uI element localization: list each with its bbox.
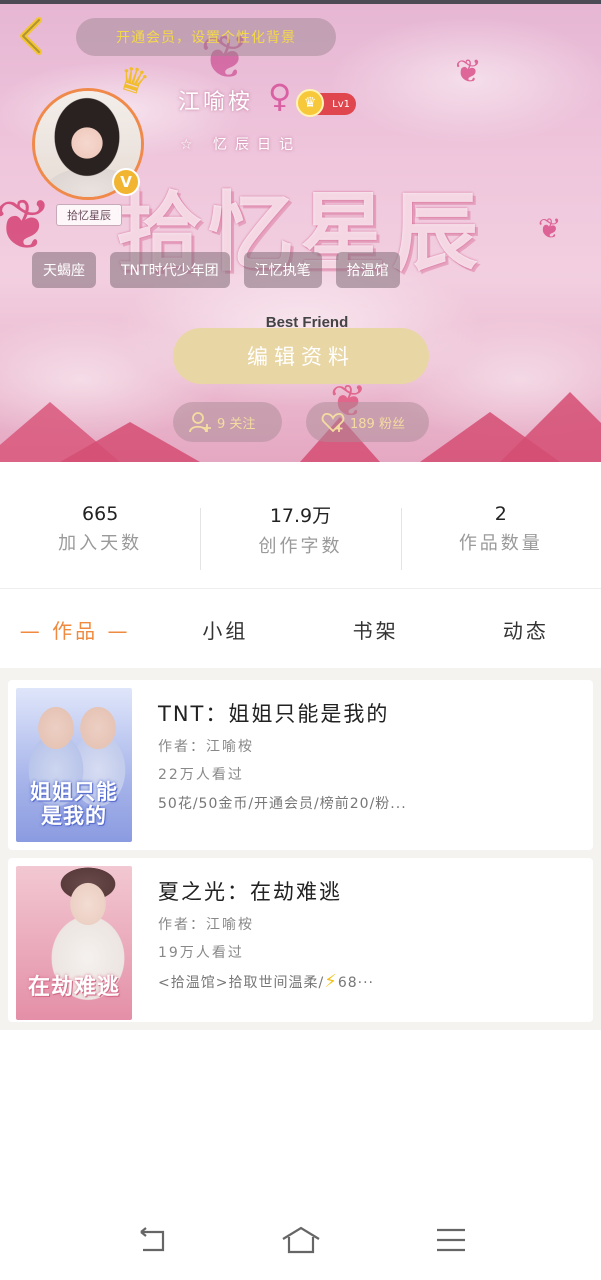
system-navigation-bar	[0, 1200, 601, 1280]
cover-title-line: 是我的	[41, 804, 107, 828]
book-views: 22万人看过	[158, 767, 244, 783]
tab-groups[interactable]: 小组	[150, 590, 300, 668]
book-title: 夏之光：在劫难逃	[158, 880, 342, 904]
book-title: TNT：姐姐只能是我的	[158, 702, 390, 726]
cover-title: 姐姐只能 是我的	[16, 780, 132, 828]
book-cover: 在劫难逃	[16, 866, 132, 1020]
tag-group[interactable]: 拾温馆	[335, 252, 400, 288]
mountain-decoration	[500, 392, 601, 462]
verified-badge: V	[112, 168, 140, 196]
book-tags: <拾温馆>拾取世间温柔/⚡68···	[158, 971, 578, 992]
fans-count: 189 粉丝	[350, 416, 405, 432]
stat-join-days: 665 加入天数	[0, 462, 200, 588]
butterfly-icon: ❦	[0, 184, 53, 266]
nav-home-button[interactable]	[271, 1215, 331, 1265]
cover-title: 在劫难逃	[27, 975, 120, 1000]
book-tags-count: 68···	[337, 975, 374, 991]
book-author: 作者：江喻桉	[158, 917, 254, 933]
stat-word-count: 17.9万 创作字数	[200, 462, 400, 588]
back-button[interactable]	[12, 16, 52, 56]
tag-fandom[interactable]: TNT时代少年团	[110, 252, 230, 288]
home-icon	[281, 1226, 320, 1254]
signature: ☆ 忆辰日记	[180, 134, 301, 154]
add-user-icon	[187, 409, 213, 435]
signature-text: 忆辰日记	[213, 137, 302, 153]
butterfly-icon: ❦	[538, 212, 562, 245]
tag-pen-name[interactable]: 江忆执笔	[243, 252, 322, 288]
status-bar	[0, 0, 601, 4]
stat-label: 加入天数	[58, 533, 143, 554]
username: 江喻桉	[178, 90, 254, 115]
profile-tabs: — 作品 — 小组 书架 动态	[0, 590, 601, 668]
vip-upgrade-banner[interactable]: 开通会员，设置个性化背景	[76, 18, 336, 56]
stats-row: 665 加入天数 17.9万 创作字数 2 作品数量	[0, 462, 601, 589]
nav-menu-button[interactable]	[421, 1215, 481, 1265]
cover-title-line: 姐姐只能	[30, 780, 118, 804]
level-crown-icon: ♛	[296, 89, 324, 117]
lightning-icon: ⚡	[324, 971, 338, 992]
stat-label: 创作字数	[258, 535, 343, 557]
book-tags: 50花/50金币/开通会员/榜前20/粉...	[158, 796, 407, 812]
tab-activity[interactable]: 动态	[451, 590, 601, 668]
work-card[interactable]: 姐姐只能 是我的 TNT：姐姐只能是我的 作者：江喻桉 22万人看过 50花/5…	[8, 680, 593, 850]
butterfly-icon: ❦	[455, 52, 482, 90]
tag-zodiac[interactable]: 天蝎座	[32, 252, 96, 288]
stat-value: 665	[82, 503, 119, 525]
book-tags-text: <拾温馆>拾取世间温柔/	[158, 975, 325, 991]
edit-profile-button[interactable]: 编辑资料	[173, 328, 429, 384]
crown-icon: ♛	[112, 57, 154, 105]
nav-back-button[interactable]	[121, 1215, 181, 1265]
stat-label: 作品数量	[458, 533, 543, 554]
work-card[interactable]: 在劫难逃 夏之光：在劫难逃 作者：江喻桉 19万人看过 <拾温馆>拾取世间温柔/…	[8, 858, 593, 1022]
profile-banner: ❦ ❦ ❦ ❦ ❦ 拾忆星辰 Best Friend 开通会员，设置个性化背景 …	[0, 0, 601, 462]
following-button[interactable]: 9 关注	[173, 402, 282, 442]
stat-works-count: 2 作品数量	[400, 462, 601, 588]
fans-button[interactable]: 189 粉丝	[306, 402, 429, 442]
following-count: 9 关注	[217, 416, 256, 432]
star-icon: ☆	[180, 137, 201, 153]
book-author: 作者：江喻桉	[158, 739, 254, 755]
stat-value: 2	[494, 503, 507, 525]
menu-icon	[436, 1228, 465, 1252]
stat-value: 17.9万	[269, 504, 332, 527]
chevron-left-icon	[20, 17, 42, 55]
tab-bookshelf[interactable]: 书架	[301, 590, 451, 668]
return-icon	[139, 1227, 164, 1252]
avatar-tag: 拾忆星辰	[56, 204, 122, 226]
book-cover: 姐姐只能 是我的	[16, 688, 132, 842]
profile-tags: 天蝎座 TNT时代少年团 江忆执笔 拾温馆	[32, 252, 400, 288]
tab-works[interactable]: — 作品 —	[0, 590, 150, 668]
book-views: 19万人看过	[158, 945, 244, 961]
female-icon: ♀	[268, 77, 292, 115]
heart-icon	[320, 409, 346, 435]
